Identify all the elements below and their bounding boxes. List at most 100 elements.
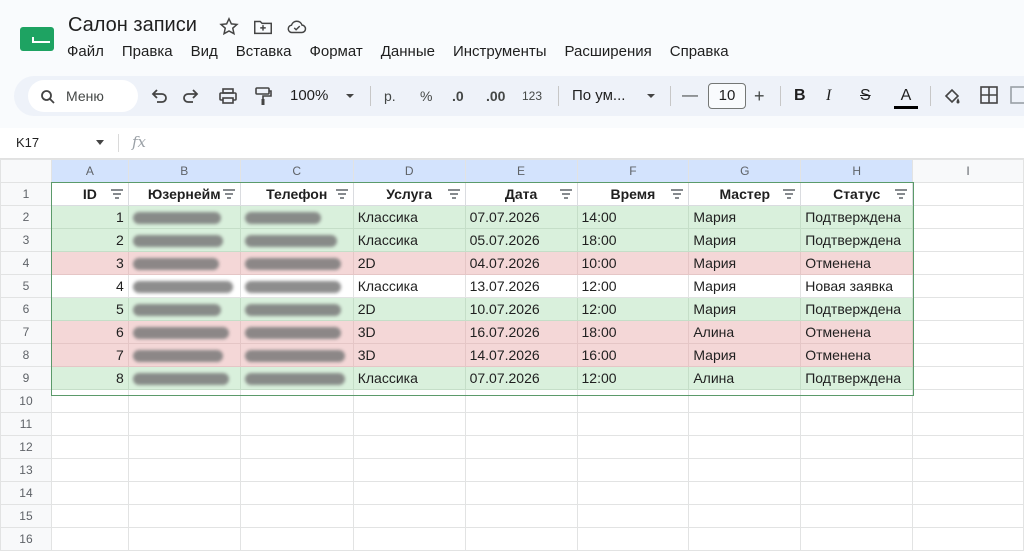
cell-master[interactable]: Мария	[688, 343, 802, 367]
filter-icon[interactable]	[895, 189, 908, 199]
cell[interactable]	[912, 182, 1024, 206]
row-number[interactable]: 14	[0, 481, 52, 505]
cell[interactable]	[239, 389, 354, 413]
percent-format-button[interactable]: %	[420, 86, 432, 106]
cell-date[interactable]: 16.07.2026	[464, 320, 578, 344]
select-all-corner[interactable]	[0, 159, 52, 183]
cell[interactable]	[464, 527, 578, 551]
cell[interactable]	[912, 481, 1024, 505]
cell-id[interactable]: 3	[50, 251, 129, 275]
cell-date[interactable]: 14.07.2026	[464, 343, 578, 367]
cell[interactable]	[576, 412, 690, 436]
column-header-b[interactable]: B	[127, 159, 241, 183]
cell[interactable]	[688, 435, 802, 459]
cell[interactable]	[50, 412, 129, 436]
cell-date[interactable]: 07.07.2026	[464, 205, 578, 229]
cell[interactable]	[576, 504, 690, 528]
cell-time[interactable]: 14:00	[576, 205, 690, 229]
more-formats-button[interactable]: 123	[522, 86, 542, 106]
cell-date[interactable]: 13.07.2026	[464, 274, 578, 298]
zoom-select[interactable]: 100%	[290, 86, 328, 106]
menu-data[interactable]: Данные	[372, 42, 444, 62]
cell[interactable]	[352, 481, 466, 505]
cell-username-redacted[interactable]	[127, 343, 241, 367]
decrease-decimal-button[interactable]: .0	[452, 86, 464, 106]
cell[interactable]	[912, 205, 1024, 229]
cell[interactable]	[352, 389, 466, 413]
merge-cells-icon[interactable]	[1010, 86, 1024, 106]
cell[interactable]	[688, 412, 802, 436]
cell[interactable]	[912, 366, 1024, 390]
cell-phone-redacted[interactable]	[239, 228, 354, 252]
cell[interactable]	[800, 412, 914, 436]
cell-service[interactable]: Классика	[352, 228, 466, 252]
cell-master[interactable]: Мария	[688, 205, 802, 229]
cell[interactable]	[464, 481, 578, 505]
cell[interactable]	[127, 412, 241, 436]
menu-search-button[interactable]: Меню	[28, 80, 138, 112]
cell[interactable]	[239, 412, 354, 436]
menu-edit[interactable]: Правка	[113, 42, 182, 62]
header-cell-phone[interactable]: Телефон	[239, 182, 354, 206]
cell-service[interactable]: 2D	[352, 297, 466, 321]
filter-icon[interactable]	[335, 189, 348, 199]
cell[interactable]	[800, 435, 914, 459]
cell-date[interactable]: 10.07.2026	[464, 297, 578, 321]
column-header-g[interactable]: G	[688, 159, 802, 183]
cell-username-redacted[interactable]	[127, 228, 241, 252]
cell[interactable]	[50, 504, 129, 528]
menu-file[interactable]: Файл	[58, 42, 113, 62]
row-number[interactable]: 10	[0, 389, 52, 413]
cell[interactable]	[688, 481, 802, 505]
cell-phone-redacted[interactable]	[239, 274, 354, 298]
row-number[interactable]: 6	[0, 297, 52, 321]
cell[interactable]	[239, 527, 354, 551]
row-number[interactable]: 9	[0, 366, 52, 390]
cell-id[interactable]: 5	[50, 297, 129, 321]
cell[interactable]	[464, 504, 578, 528]
cell[interactable]	[688, 389, 802, 413]
row-number[interactable]: 3	[0, 228, 52, 252]
cell[interactable]	[800, 389, 914, 413]
sheets-logo-icon[interactable]	[18, 25, 56, 53]
cell-phone-redacted[interactable]	[239, 297, 354, 321]
row-number[interactable]: 2	[0, 205, 52, 229]
spreadsheet-grid[interactable]: A B C D E F G H I 1 ID Юзернейм Телефон …	[0, 159, 1024, 555]
column-header-d[interactable]: D	[352, 159, 466, 183]
cell-service[interactable]: 3D	[352, 343, 466, 367]
cell-service[interactable]: Классика	[352, 366, 466, 390]
cell-username-redacted[interactable]	[127, 297, 241, 321]
cell-status[interactable]: Новая заявка	[800, 274, 914, 298]
bold-button[interactable]: B	[794, 86, 806, 106]
cell[interactable]	[127, 504, 241, 528]
row-number[interactable]: 5	[0, 274, 52, 298]
borders-icon[interactable]	[980, 86, 998, 106]
filter-icon[interactable]	[559, 189, 572, 199]
filter-icon[interactable]	[222, 189, 235, 199]
cell-master[interactable]: Алина	[688, 366, 802, 390]
print-icon[interactable]	[218, 86, 238, 106]
header-cell-time[interactable]: Время	[576, 182, 690, 206]
cell[interactable]	[800, 481, 914, 505]
cell[interactable]	[912, 320, 1024, 344]
cell[interactable]	[50, 389, 129, 413]
cell-time[interactable]: 10:00	[576, 251, 690, 275]
filter-icon[interactable]	[110, 189, 123, 199]
cell[interactable]	[912, 274, 1024, 298]
cell[interactable]	[239, 481, 354, 505]
cell-username-redacted[interactable]	[127, 366, 241, 390]
redo-icon[interactable]	[182, 86, 200, 106]
cell[interactable]	[464, 435, 578, 459]
menu-view[interactable]: Вид	[182, 42, 227, 62]
header-cell-id[interactable]: ID	[50, 182, 129, 206]
cell[interactable]	[239, 504, 354, 528]
cell[interactable]	[464, 412, 578, 436]
fill-color-icon[interactable]	[942, 86, 962, 106]
cell[interactable]	[127, 458, 241, 482]
cell-date[interactable]: 04.07.2026	[464, 251, 578, 275]
menu-insert[interactable]: Вставка	[227, 42, 301, 62]
cell-id[interactable]: 8	[50, 366, 129, 390]
column-header-c[interactable]: C	[239, 159, 354, 183]
header-cell-date[interactable]: Дата	[464, 182, 578, 206]
star-icon[interactable]	[218, 16, 240, 38]
